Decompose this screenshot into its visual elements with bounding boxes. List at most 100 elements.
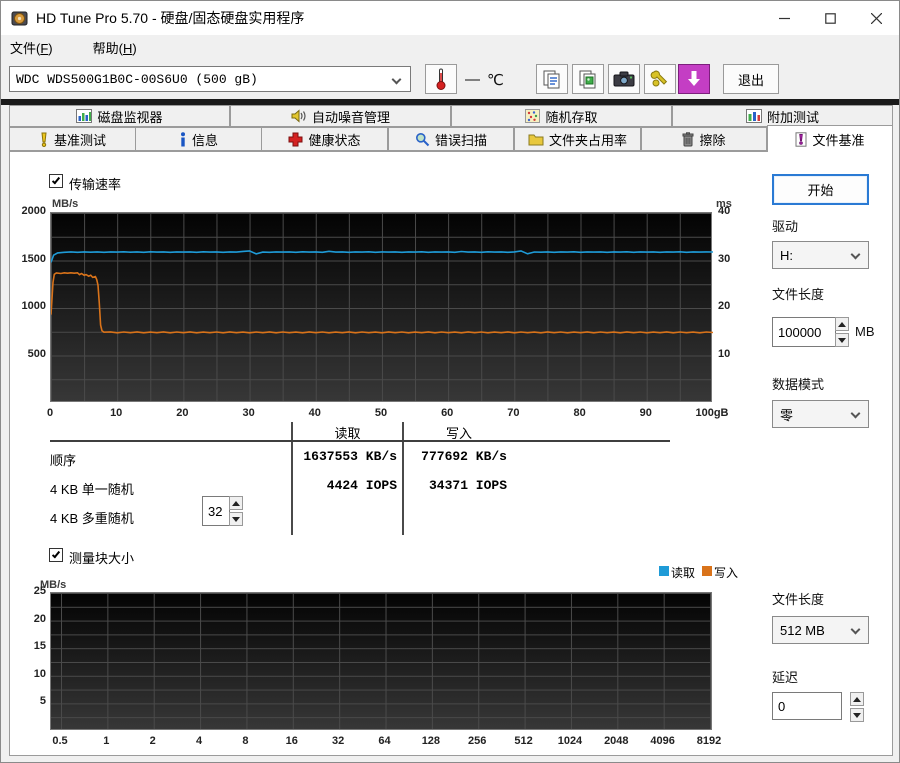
queue-depth-spinner[interactable] [229,496,243,526]
download-button[interactable] [678,64,710,94]
transfer-rate-checkbox[interactable] [49,174,63,188]
seq-read-value: 1637553 KB/s [303,449,397,464]
maximize-button[interactable] [807,1,853,35]
drive-select[interactable]: WDC WDS500G1B0C-00S6U0 (500 gB) [9,66,411,92]
tab-extra-tests[interactable]: 附加测试 [672,105,893,127]
legend-read-swatch [659,566,669,576]
toolbar: WDC WDS500G1B0C-00S6U0 (500 gB) — ℃ 退出 [1,60,899,99]
file-length-unit: MB [855,324,875,339]
block-file-length-combo[interactable]: 512 MB [772,616,869,644]
y-tick-right: 30 [718,252,731,265]
x-tick: 80 [573,407,586,419]
y-tick: 15 [33,640,46,653]
x-tick: 4096 [650,735,675,747]
tab-health[interactable]: 健康状态 [261,127,388,151]
delay-input[interactable]: 0 [772,692,842,720]
x-tick: 32 [332,735,345,747]
options-button[interactable] [644,64,676,94]
y-tick-right: 40 [718,205,731,217]
block-file-length-label: 文件长度 [772,592,825,607]
x-tick: 10 [110,407,123,419]
start-button[interactable]: 开始 [772,174,869,205]
data-mode-combo[interactable]: 零 [772,400,869,428]
spin-down-icon[interactable] [850,708,864,722]
camera-icon [613,71,635,87]
x-tick: 4 [196,735,203,747]
x-tick: 1 [103,735,110,747]
tab-file-benchmark[interactable]: 文件基准 [767,125,893,152]
x-tick: 20 [176,407,189,419]
exit-button[interactable]: 退出 [723,64,779,94]
spin-up-icon[interactable] [835,317,849,331]
drive-combo[interactable]: H: [772,241,869,269]
chevron-down-icon [850,624,861,635]
y-tick: 10 [33,667,46,680]
y-tick-left: 2000 [21,205,46,217]
down-arrow-icon [688,71,700,86]
file-length-spinner[interactable] [835,317,849,347]
temperature-value: — [465,71,480,88]
tab-error-scan[interactable]: 错误扫描 [388,127,514,151]
spin-down-icon[interactable] [229,512,243,526]
menu-file[interactable]: 文件(F) [1,35,62,60]
copy-text-button[interactable] [536,64,568,94]
y-tick-right: 20 [718,300,731,312]
minimize-button[interactable] [761,1,807,35]
y-tick-left: 1000 [21,300,46,312]
spin-down-icon[interactable] [835,333,849,347]
transfer-rate-plot [50,212,713,402]
x-tick: 1024 [557,735,583,747]
x-tick: 2048 [604,735,629,747]
delay-label: 延迟 [772,670,799,685]
x-tick: 512 [514,735,533,747]
tab-folder-usage[interactable]: 文件夹占用率 [514,127,641,151]
4k-single-write-value: 34371 IOPS [428,478,507,493]
seq-write-value: 777692 KB/s [421,449,507,464]
random-access-icon [525,109,541,123]
x-tick: 100gB [695,407,729,419]
thermometer-icon [436,68,446,90]
x-tick: 90 [639,407,652,419]
spin-up-icon[interactable] [850,692,864,706]
copy-image-button[interactable] [572,64,604,94]
row-label-4k-single: 4 KB 单一随机 [50,482,134,497]
delay-spinner[interactable] [850,692,864,722]
x-tick: 50 [374,407,388,419]
spin-up-icon[interactable] [229,496,243,510]
table-header-rule [50,440,670,442]
x-tick: 256 [468,735,487,747]
file-length-input[interactable]: 100000 [772,317,836,347]
x-tick: 128 [421,735,441,747]
app-window: HD Tune Pro 5.70 - 硬盘/固态硬盘实用程序 文件(F) 帮助(… [0,0,900,763]
queue-depth-input[interactable]: 32 [202,496,230,526]
x-tick: 70 [507,407,520,419]
screenshot-button[interactable] [608,64,640,94]
tab-erase[interactable]: 擦除 [641,127,767,151]
tab-label: 磁盘监视器 [97,109,163,125]
x-tick: 64 [378,735,391,747]
tab-noise-management[interactable]: 自动噪音管理 [230,105,451,127]
tab-disk-monitor[interactable]: 磁盘监视器 [9,105,230,127]
tab-label: 附加测试 [766,109,819,125]
x-tick: 40 [308,407,321,419]
tab-label: 自动噪音管理 [311,109,390,125]
x-tick: 60 [441,407,454,419]
close-button[interactable] [853,1,899,35]
tab-label: 随机存取 [545,109,598,125]
legend-read-label: 读取 [671,566,696,580]
block-size-checkbox[interactable] [49,548,63,562]
block-size-chart: MB/s 25 20 15 10 5 0.5 1 2 4 8 16 32 64 128 256 512 1024… [34,579,722,747]
block-size-plot [50,592,712,730]
tab-info[interactable]: 信息 [135,127,262,151]
tab-benchmark[interactable]: 基准测试 [9,127,136,151]
menu-help[interactable]: 帮助(H) [84,35,146,60]
tab-label: 信息 [191,132,218,148]
disk-monitor-icon [76,109,93,123]
app-disk-icon [11,11,28,25]
y-tick: 20 [33,612,46,625]
y-axis-unit-left: MB/s [52,198,79,210]
temperature-button[interactable] [425,64,457,94]
tab-label: 健康状态 [308,132,361,148]
tab-random-access[interactable]: 随机存取 [451,105,672,127]
benchmark-icon [41,132,47,147]
